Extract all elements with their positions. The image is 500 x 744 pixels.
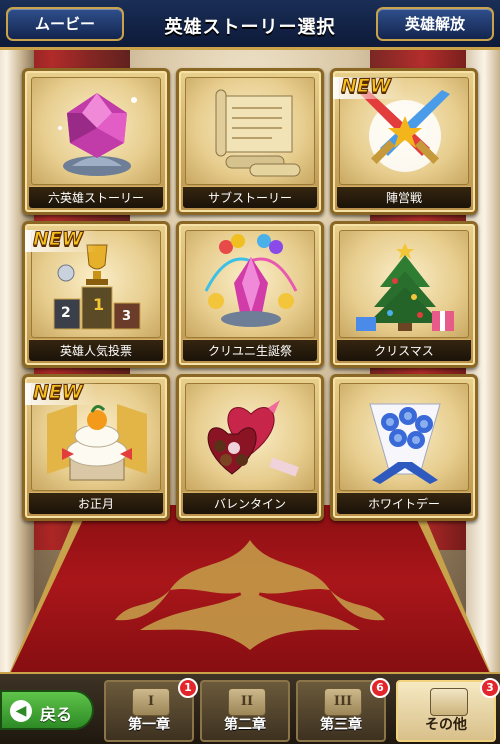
back-label: 戻る [40,705,73,724]
hero-unlock-button[interactable]: 英雄解放 [376,7,494,41]
notification-badge: 3 [480,678,500,698]
scroll-icon: II [228,688,266,716]
scroll-icon: III [324,688,362,716]
tab-label: その他 [425,717,467,733]
header-bar: ムービー 英雄ストーリー選択 英雄解放 [0,0,500,50]
scroll-icon: I [132,688,170,716]
card-label: クリスマス [337,339,471,361]
card-label: 陣営戦 [337,186,471,208]
card-label: サブストーリー [183,186,317,208]
tab-label: 第二章 [224,717,266,733]
podium-number-3: 3 [122,309,132,324]
carpet-ornament [115,540,385,650]
new-badge: NEW [33,228,84,251]
card-label: クリユニ生誕祭 [183,339,317,361]
tab-label: 第一章 [128,717,170,733]
card-label: お正月 [29,492,163,514]
tab-chapter-3[interactable]: 6 III 第三章 [296,678,390,742]
tab-others[interactable]: 3 その他 [396,678,500,742]
back-button[interactable]: ◀ 戻る [0,690,94,730]
tab-label: 第三章 [320,717,362,733]
story-card-six-heroes[interactable]: 六英雄ストーリー [22,68,170,215]
story-card-christmas[interactable]: クリスマス [330,221,478,368]
podium-number-1: 1 [93,295,105,314]
story-card-faction-war[interactable]: NEW 陣営戦 [330,68,478,215]
tab-chapter-1[interactable]: 1 I 第一章 [104,678,198,742]
story-card-white-day[interactable]: ホワイトデー [330,374,478,521]
card-label: ホワイトデー [337,492,471,514]
story-card-popularity-vote[interactable]: NEW 2 1 3 英雄人気投票 [22,221,170,368]
card-label: 六英雄ストーリー [29,186,163,208]
story-grid: 六英雄ストーリー サブストーリー NEW 陣営戦 NEW 2 1 3 英雄人気投… [22,68,478,521]
notification-badge: 1 [178,678,198,698]
story-card-birthday-festival[interactable]: クリユニ生誕祭 [176,221,324,368]
tab-chapter-2[interactable]: II 第二章 [200,680,290,742]
scrolls-icon [185,77,315,185]
back-arrow-icon: ◀ [10,700,32,722]
notification-badge: 6 [370,678,390,698]
crystal-gem-icon [31,77,161,185]
festival-crystal-icon [185,230,315,338]
new-badge: NEW [33,381,84,404]
christmas-tree-icon [339,230,469,338]
podium-number-2: 2 [61,305,71,321]
card-label: 英雄人気投票 [29,339,163,361]
card-label: バレンタイン [183,492,317,514]
footer-bar: ◀ 戻る 1 I 第一章 II 第二章 6 III 第三章 3 その他 [0,672,500,744]
story-card-sub-story[interactable]: サブストーリー [176,68,324,215]
chocolate-box-icon [185,383,315,491]
scrolls-icon [430,688,468,716]
bouquet-icon [339,383,469,491]
new-badge: NEW [341,75,392,98]
story-card-new-year[interactable]: NEW お正月 [22,374,170,521]
story-card-valentine[interactable]: バレンタイン [176,374,324,521]
